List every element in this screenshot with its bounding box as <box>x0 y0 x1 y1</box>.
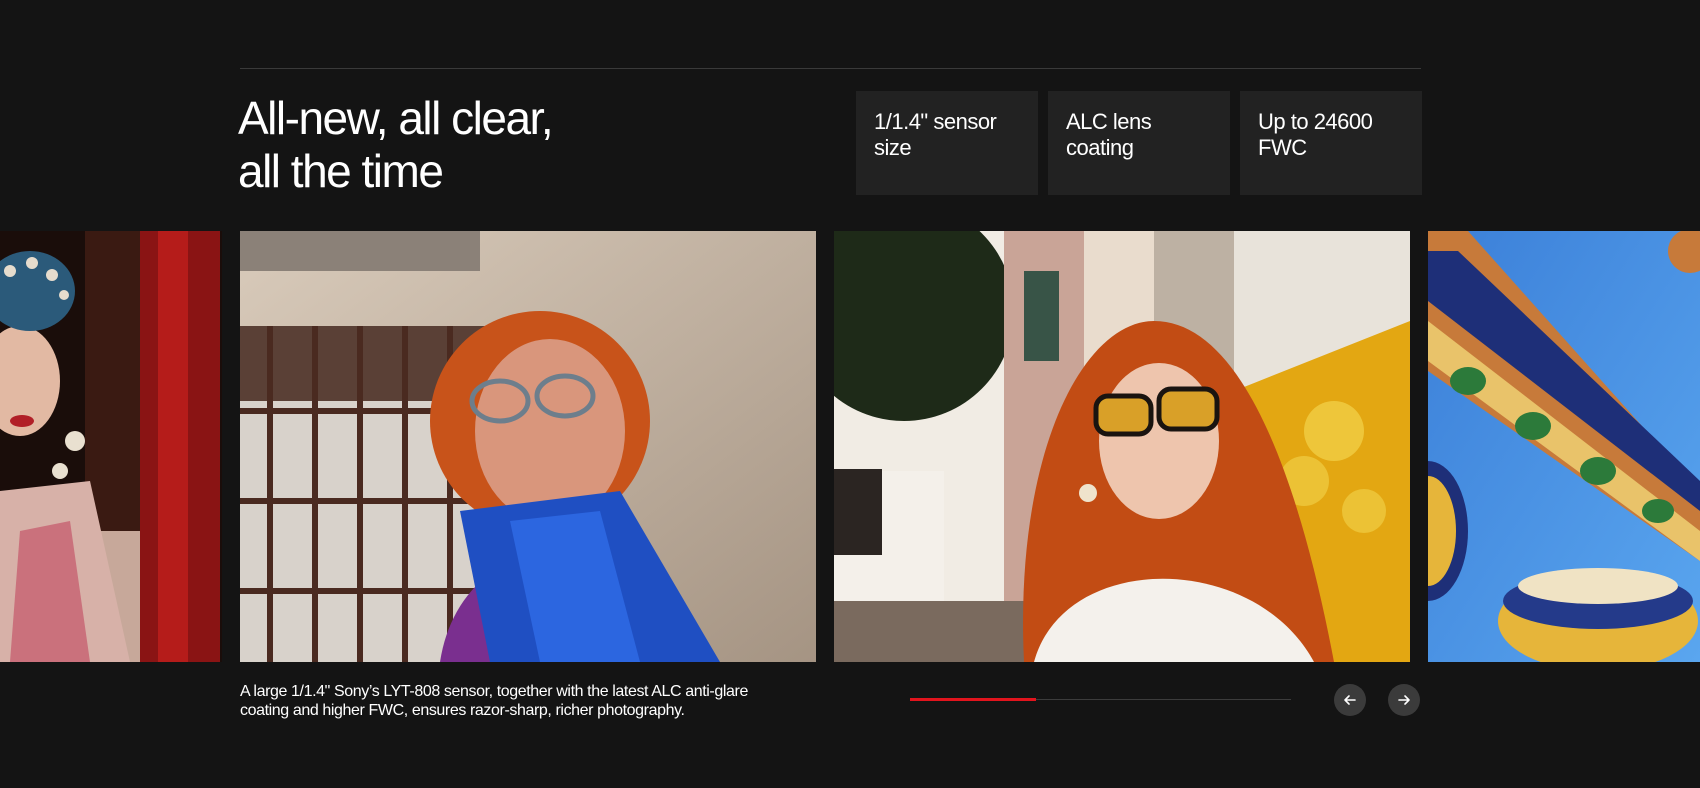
arrow-right-icon <box>1398 695 1410 705</box>
camera-feature-section: All-new, all clear, all the time 1/1.4" … <box>0 0 1700 788</box>
carousel-slide-woman-blue-scarf[interactable] <box>240 231 816 662</box>
spec-card-sensor-size: 1/1.4" sensor size <box>856 91 1038 195</box>
carousel-slide-woman-sunglasses[interactable] <box>834 231 1410 662</box>
spec-card-lens-coating: ALC lens coating <box>1048 91 1230 195</box>
headline-line-1: All-new, all clear, <box>238 92 554 144</box>
carousel-progress-fill <box>910 698 1036 701</box>
carousel-prev-button[interactable] <box>1334 684 1366 716</box>
section-headline: All-new, all clear, all the time <box>238 92 758 198</box>
section-caption: A large 1/1.4" Sony’s LYT-808 sensor, to… <box>240 683 748 719</box>
carousel-next-button[interactable] <box>1388 684 1420 716</box>
woman-blue-scarf-photo <box>240 231 816 662</box>
opera-performer-photo <box>0 231 222 662</box>
arrow-left-icon <box>1344 695 1356 705</box>
woman-sunglasses-photo <box>834 231 1410 662</box>
carousel-slide-opera-performer[interactable] <box>0 231 222 662</box>
headline-line-2: all the time <box>238 145 444 197</box>
carousel-slide-tiled-column[interactable] <box>1428 231 1700 662</box>
carousel-progress-track <box>910 698 1291 701</box>
spec-card-fwc: Up to 24600 FWC <box>1240 91 1422 195</box>
section-divider <box>240 68 1421 69</box>
tiled-column-photo <box>1428 231 1700 662</box>
